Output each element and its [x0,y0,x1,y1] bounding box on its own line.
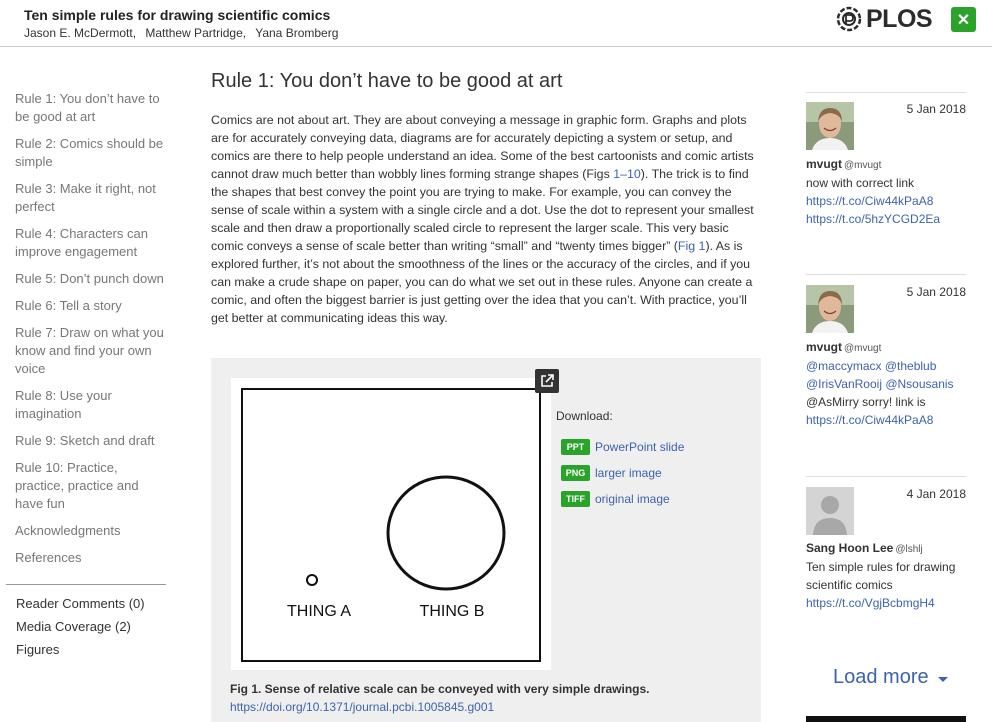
download-link[interactable]: larger image [595,466,662,480]
tweet-line: scientific comics [806,578,893,592]
nav-item-acknowledgments[interactable]: Acknowledgments [15,522,167,540]
png-badge: PNG [561,465,590,481]
tweet-user[interactable]: mvugt @mvugt [806,157,881,171]
plos-logo[interactable]: PLOS [836,4,933,33]
comic-drawing: THING A THING B [287,475,506,620]
tweet-link[interactable]: https://t.co/Ciw44kPaA8 [806,411,966,429]
load-more-label: Load more [833,666,929,688]
author-name[interactable]: Jason E. McDermott, [24,26,136,40]
nav-item-rule-3[interactable]: Rule 3: Make it right, not perfect [15,180,167,216]
avatar[interactable] [806,487,854,535]
nav-item-rule-8[interactable]: Rule 8: Use your imagination [15,387,167,423]
download-tiff[interactable]: TIFF original image [561,491,670,507]
tweet-link[interactable]: https://t.co/Ciw44kPaA8 [806,192,966,210]
tweet-text: now with correct link https://t.co/Ciw44… [806,174,966,228]
download-png[interactable]: PNG larger image [561,465,662,481]
ppt-badge: PPT [561,439,590,455]
author-list: Jason E. McDermott, Matthew Partridge, Y… [24,26,344,40]
tweet-date: 5 Jan 2018 [906,102,966,116]
avatar-photo [806,102,854,150]
author-name[interactable]: Matthew Partridge, [145,26,246,40]
fig1-link[interactable]: Fig 1 [678,239,706,253]
figure-panel: THING A THING B Download: PPT PowerPoint… [211,358,761,722]
nav-item-rule-5[interactable]: Rule 5: Don’t punch down [15,270,167,288]
label-thing-b: THING B [420,603,485,620]
close-button[interactable]: ✕ [951,7,976,32]
avatar[interactable] [806,285,854,333]
nav-item-rule-7[interactable]: Rule 7: Draw on what you know and find y… [15,324,167,378]
expand-figure-button[interactable] [535,369,559,393]
default-avatar-icon [806,487,854,535]
body-paragraph: Comics are not about art. They are about… [211,111,761,327]
nav-item-rule-2[interactable]: Rule 2: Comics should be simple [15,135,167,171]
tweet: 4 Jan 2018 Sang Hoon Lee @lshlj Ten simpl… [806,487,966,647]
tweet: 5 Jan 2018 mvugt @mvugt @maccymacx @thebl… [806,285,966,445]
tweet-date: 5 Jan 2018 [906,285,966,299]
figs-link[interactable]: 1–10 [613,167,641,181]
external-link-icon [541,374,554,387]
user-handle: @mvugt [844,160,882,171]
tweet-mentions[interactable]: @IrisVanRooij @Nsousanis [806,375,966,393]
comic-frame: THING A THING B [241,388,541,662]
tweet-user[interactable]: mvugt @mvugt [806,340,881,354]
tweet-line: Ten simple rules for drawing [806,560,956,574]
section-title: Rule 1: You don’t have to be good at art [211,70,563,92]
figure-doi-link[interactable]: https://doi.org/10.1371/journal.pcbi.100… [230,700,494,714]
close-icon: ✕ [956,11,971,29]
user-handle: @lshlj [895,544,923,555]
nav-item-figures[interactable]: Figures [16,641,145,659]
caret-down-icon [937,676,948,682]
nav-item-references[interactable]: References [15,549,167,567]
download-link[interactable]: PowerPoint slide [595,440,684,454]
small-circle [306,574,318,586]
load-more-button[interactable]: Load more [833,666,948,689]
nav-item-rule-10[interactable]: Rule 10: Practice, practice, practice an… [15,459,167,513]
author-name[interactable]: Yana Bromberg [255,26,338,40]
nav-item-media-coverage[interactable]: Media Coverage (2) [16,618,145,636]
tweet-link[interactable]: https://t.co/5hzYCGD2Ea [806,210,966,228]
feed-bottom-bar [806,716,966,722]
user-handle: @mvugt [844,343,882,354]
nav-item-rule-1[interactable]: Rule 1: You don’t have to be good at art [15,90,167,126]
nav-item-reader-comments[interactable]: Reader Comments (0) [16,595,145,613]
nav-item-rule-4[interactable]: Rule 4: Characters can improve engagemen… [15,225,167,261]
avatar-photo [806,285,854,333]
feed-divider [806,476,966,477]
user-name: mvugt [806,340,842,354]
secondary-nav: Reader Comments (0) Media Coverage (2) F… [16,595,145,664]
tweet-text: Ten simple rules for drawing scientific … [806,558,966,612]
nav-item-rule-9[interactable]: Rule 9: Sketch and draft [15,432,167,450]
nav-divider [6,584,166,585]
label-thing-a: THING A [287,603,351,620]
user-name: Sang Hoon Lee [806,541,894,555]
figure-caption: Fig 1. Sense of relative scale can be co… [230,682,650,696]
tweet: 5 Jan 2018 mvugt @mvugt now with correct … [806,102,966,262]
tweet-date: 4 Jan 2018 [906,487,966,501]
article-body: Rule 1: You don’t have to be good at art… [211,70,761,327]
article-title: Ten simple rules for drawing scientific … [24,7,331,23]
plos-globe-icon [836,6,862,32]
article-header: Ten simple rules for drawing scientific … [0,0,992,47]
feed-divider [806,92,966,93]
avatar[interactable] [806,102,854,150]
download-label: Download: [556,409,613,423]
logo-text: PLOS [866,4,933,33]
tweet-text: @maccymacx @theblub @IrisVanRooij @Nsous… [806,357,966,429]
tweet-user[interactable]: Sang Hoon Lee @lshlj [806,541,923,555]
tweet-mentions[interactable]: @maccymacx @theblub [806,357,966,375]
tiff-badge: TIFF [561,491,590,507]
download-ppt[interactable]: PPT PowerPoint slide [561,439,684,455]
nav-item-rule-6[interactable]: Rule 6: Tell a story [15,297,167,315]
section-nav: Rule 1: You don’t have to be good at art… [15,90,175,576]
download-link[interactable]: original image [595,492,670,506]
user-name: mvugt [806,157,842,171]
figure-image[interactable]: THING A THING B [231,378,551,670]
large-circle [386,475,506,591]
tweet-link[interactable]: https://t.co/VgjBcbmgH4 [806,594,966,612]
tweet-line: now with correct link [806,176,915,190]
tweet-line: @AsMirry sorry! link is [806,395,926,409]
feed-divider [806,274,966,275]
